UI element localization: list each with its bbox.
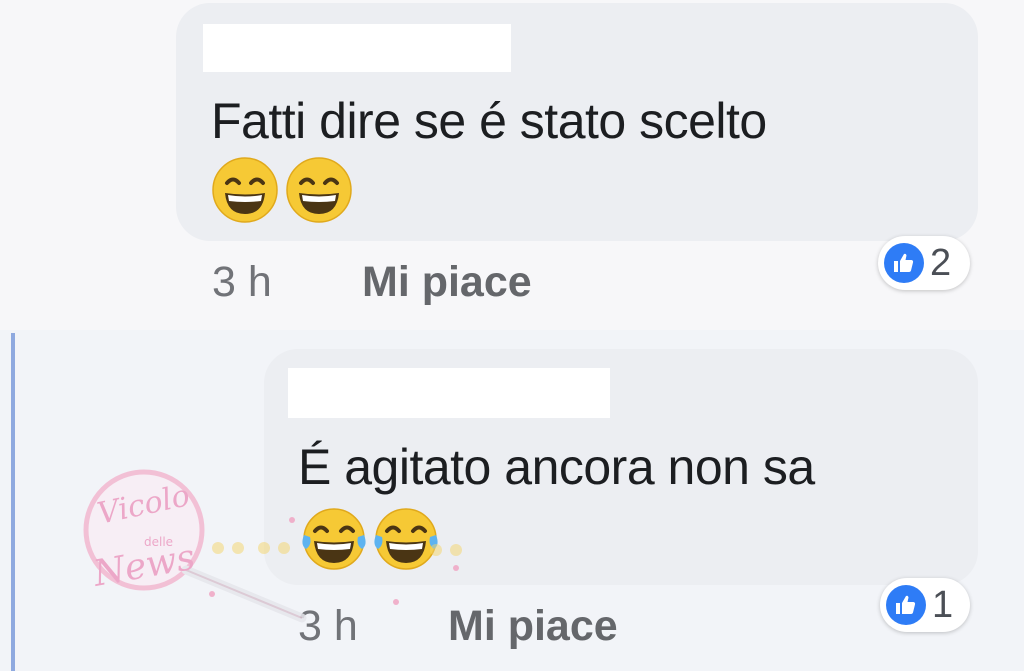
reaction-summary[interactable]: 2 <box>878 236 970 290</box>
reply-thread-line <box>11 333 15 671</box>
grinning-squinting-face-icon <box>212 157 278 223</box>
comment-timestamp: 3 h <box>212 258 272 306</box>
thumbs-up-icon <box>886 585 926 625</box>
reaction-count: 2 <box>930 241 952 284</box>
comment-text: Fatti dire se é stato scelto <box>211 93 767 149</box>
reaction-summary[interactable]: 1 <box>880 578 970 632</box>
like-button[interactable]: Mi piace <box>362 258 532 307</box>
reaction-count: 1 <box>932 583 954 626</box>
thumbs-up-icon <box>884 243 924 283</box>
redacted-author-name <box>288 368 610 418</box>
redacted-author-name <box>203 24 511 72</box>
grinning-squinting-face-icon <box>286 157 352 223</box>
watermark-logo: Vicolo delle News <box>83 469 462 623</box>
